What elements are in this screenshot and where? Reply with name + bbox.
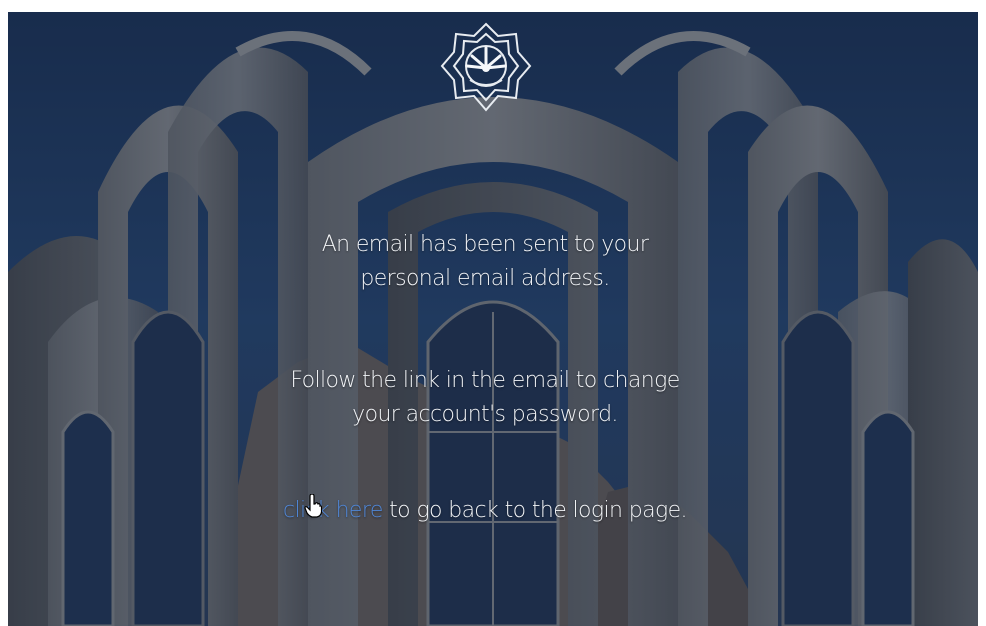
instruction-message: Follow the link in the email to change y…	[0, 364, 970, 432]
message-line-1: An email has been sent to your	[321, 232, 649, 257]
back-to-login-text: to go back to the login page.	[382, 498, 687, 523]
message-line-2: personal email address.	[360, 266, 610, 291]
confirmation-message: An email has been sent to your personal …	[0, 228, 970, 296]
message-line-3: Follow the link in the email to change	[290, 368, 680, 393]
message-line-4: your account's password.	[352, 402, 618, 427]
back-to-login-link[interactable]: click here	[283, 498, 383, 523]
university-emblem-icon	[440, 22, 532, 112]
hand-pointer-icon	[304, 494, 322, 518]
back-to-login-message: click here to go back to the login page.	[0, 494, 970, 528]
